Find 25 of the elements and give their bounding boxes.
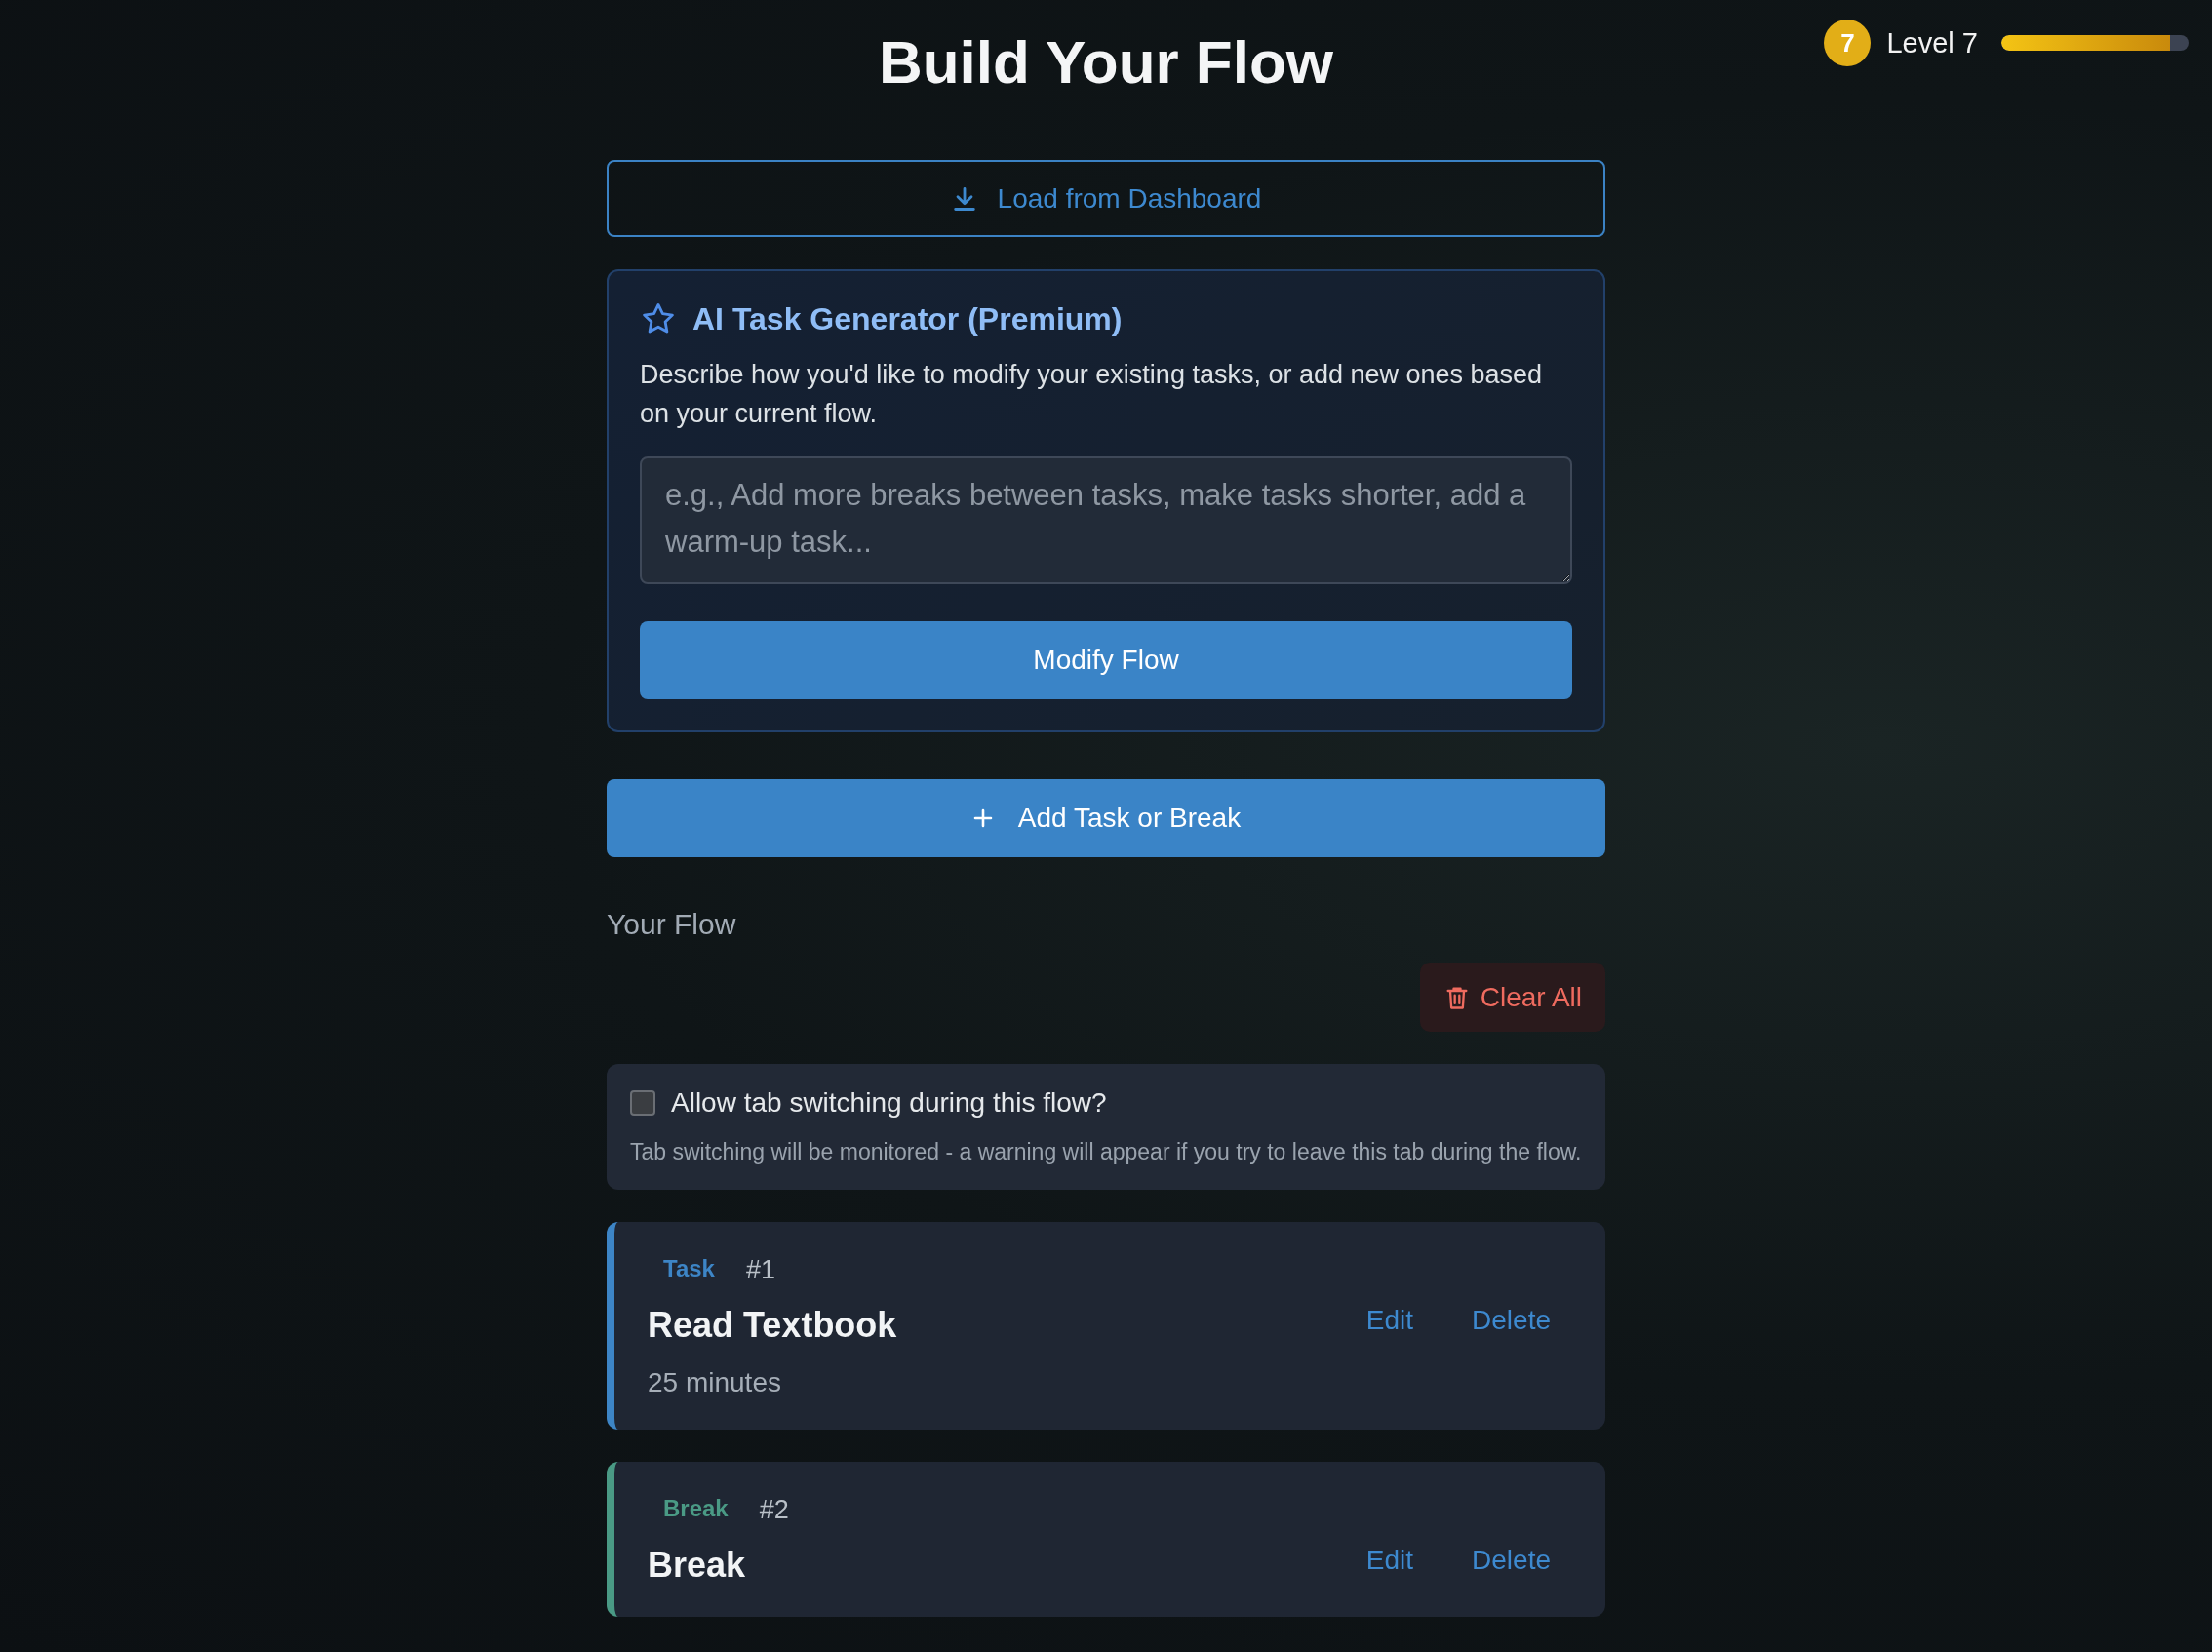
delete-link[interactable]: Delete: [1472, 1305, 1551, 1336]
level-badge: 7: [1824, 20, 1872, 66]
page-title: Build Your Flow: [878, 27, 1334, 97]
clear-all-button[interactable]: Clear All: [1419, 963, 1605, 1032]
edit-link[interactable]: Edit: [1365, 1545, 1414, 1576]
item-number: #2: [759, 1495, 789, 1525]
item-type-label: Task: [663, 1255, 715, 1283]
load-from-dashboard-button[interactable]: Load from Dashboard: [607, 160, 1605, 237]
section-heading: Your Flow: [607, 908, 737, 941]
edit-link[interactable]: Edit: [1365, 1305, 1414, 1336]
item-title: Read Textbook: [648, 1305, 897, 1346]
tab-switching-note: Tab switching will be monitored - a warning will appear if you try to leave this tab during the flow.: [630, 1138, 1582, 1166]
modify-flow-button[interactable]: Modify Flow: [640, 621, 1572, 699]
add-task-button[interactable]: Add Task or Break: [607, 779, 1605, 857]
ai-generator-description: Describe how you'd like to modify your existing tasks, or add new ones based on your current flow.: [640, 359, 1544, 430]
item-number: #1: [745, 1255, 775, 1285]
ai-generator-title: AI Task Generator (Premium): [692, 300, 1123, 337]
item-title: Break: [648, 1545, 746, 1586]
checkbox[interactable]: [630, 1090, 655, 1116]
item-duration: 25 minutes: [648, 1367, 782, 1398]
level-label: Level 7: [1886, 26, 1978, 59]
delete-link[interactable]: Delete: [1472, 1545, 1551, 1576]
item-type-label: Break: [663, 1495, 729, 1523]
modify-prompt-field[interactable]: e.g., Add more breaks between tasks, make tasks shorter, add a warm-up task...: [640, 456, 1572, 584]
checkbox-label: Allow tab switching during this flow?: [671, 1087, 1107, 1119]
